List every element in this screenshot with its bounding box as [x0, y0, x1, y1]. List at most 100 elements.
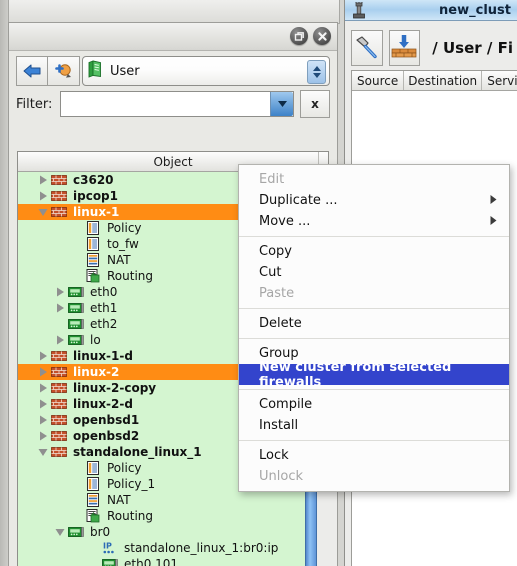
tree-row-label: Policy_1	[107, 477, 156, 491]
tree-row-label: lo	[90, 333, 101, 347]
tree-twisty-collapsed-icon[interactable]	[36, 428, 50, 444]
background-window-titlebar	[8, 0, 340, 24]
interface-icon	[67, 332, 85, 348]
tree-twisty-collapsed-icon[interactable]	[36, 364, 50, 380]
tree-row-label: eth2	[90, 317, 118, 331]
tree-twisty-expanded-icon[interactable]	[53, 524, 67, 540]
tree-row[interactable]: IP standalone_linux_1:br0:ip	[18, 540, 313, 556]
svg-text:IP: IP	[103, 542, 112, 551]
tree-twisty-collapsed-icon[interactable]	[53, 300, 67, 316]
tree-row-label: eth0.101	[124, 557, 179, 566]
routing-icon	[84, 508, 102, 524]
context-menu-item-label: Move ...	[259, 214, 311, 229]
context-menu-item[interactable]: Lock	[239, 445, 509, 466]
tree-row-label: linux-1-d	[73, 349, 133, 363]
tree-row-label: c3620	[73, 173, 114, 187]
firewall-icon	[50, 428, 68, 444]
tree-row[interactable]: NAT	[18, 492, 313, 508]
context-menu-separator	[239, 440, 509, 441]
context-menu: Edit Duplicate ... Move ... Copy Cut Paste Del…	[238, 164, 510, 492]
tree-row[interactable]: eth0.101	[18, 556, 313, 566]
tree-twisty-expanded-icon[interactable]	[36, 444, 50, 460]
navigation-bar: User	[9, 51, 337, 90]
combo-spinner-arrows[interactable]	[307, 60, 326, 84]
context-menu-item[interactable]: Compile	[239, 394, 509, 415]
ruleset-toolbar: / User / Fi	[345, 21, 517, 70]
tree-row[interactable]: br0	[18, 524, 313, 540]
firewall-icon	[50, 364, 68, 380]
tree-row-label: eth0	[90, 285, 118, 299]
context-menu-item-label: Cut	[259, 265, 282, 280]
policy-icon	[84, 236, 102, 252]
context-menu-item-label: Unlock	[259, 469, 303, 484]
context-menu-separator	[239, 236, 509, 237]
tree-twisty-collapsed-icon[interactable]	[36, 188, 50, 204]
restore-window-icon[interactable]	[290, 27, 308, 45]
tree-row-label: linux-2	[73, 365, 120, 379]
rules-table-column-header[interactable]: Source	[352, 71, 405, 90]
library-combo[interactable]: User	[82, 56, 330, 86]
tree-twisty-collapsed-icon[interactable]	[36, 396, 50, 412]
context-menu-item: Paste	[239, 283, 509, 304]
tree-horizontal-scrollbar-track[interactable]	[317, 490, 338, 566]
tree-row-label: eth1	[90, 301, 118, 315]
library-combo-label: User	[110, 63, 140, 79]
ruleset-titlebar: new_clust	[345, 0, 517, 21]
install-firewall-icon[interactable]	[388, 29, 421, 66]
new-object-icon[interactable]	[48, 56, 80, 86]
routing-icon	[84, 268, 102, 284]
context-menu-item: Edit	[239, 169, 509, 190]
tree-row-label: openbsd1	[73, 413, 140, 427]
tree-row-label: standalone_linux_1:br0:ip	[124, 541, 279, 555]
context-menu-item-label: Install	[259, 418, 299, 433]
context-menu-item-label: Lock	[259, 448, 289, 463]
context-menu-item[interactable]: Duplicate ...	[239, 190, 509, 211]
tree-twisty-collapsed-icon[interactable]	[53, 284, 67, 300]
context-menu-item[interactable]: Copy	[239, 241, 509, 262]
tree-horizontal-scrollbar-thumb[interactable]	[305, 490, 317, 566]
breadcrumb: / User / Fi	[432, 38, 513, 57]
tree-twisty-collapsed-icon[interactable]	[36, 348, 50, 364]
firewall-icon	[50, 412, 68, 428]
tree-row-label: Routing	[107, 509, 154, 523]
interface-icon	[67, 316, 85, 332]
context-menu-item-label: Delete	[259, 316, 302, 331]
tree-twisty-expanded-icon[interactable]	[36, 204, 50, 220]
firewall-icon	[50, 172, 68, 188]
firewall-icon	[50, 380, 68, 396]
context-menu-item[interactable]: Install	[239, 415, 509, 436]
rules-table-column-header[interactable]: Service	[482, 71, 517, 90]
tree-twisty-collapsed-icon[interactable]	[36, 412, 50, 428]
tree-row-label: Policy	[107, 461, 142, 475]
tree-row-label: linux-1	[73, 205, 120, 219]
context-menu-item-label: Copy	[259, 244, 292, 259]
context-menu-item[interactable]: New cluster from selected firewalls	[239, 360, 509, 390]
tree-row-label: linux-2-copy	[73, 381, 157, 395]
firewall-icon	[50, 204, 68, 220]
firewall-icon	[50, 444, 68, 460]
context-menu-item[interactable]: Cut	[239, 262, 509, 283]
context-menu-separator	[239, 308, 509, 309]
tree-row-label: standalone_linux_1	[73, 445, 202, 459]
filter-input[interactable]	[61, 92, 270, 116]
panel-titlebar	[9, 23, 337, 51]
tree-row-label: ipcop1	[73, 189, 118, 203]
filter-clear-button[interactable]: x	[300, 90, 330, 118]
chevron-down-icon[interactable]	[270, 92, 293, 116]
tree-twisty-collapsed-icon[interactable]	[36, 172, 50, 188]
tree-row[interactable]: Routing	[18, 508, 313, 524]
rules-table-column-header[interactable]: Destination	[404, 71, 483, 90]
back-arrow-icon[interactable]	[16, 56, 48, 86]
tree-twisty-collapsed-icon[interactable]	[53, 332, 67, 348]
policy-icon	[84, 220, 102, 236]
tree-twisty-collapsed-icon[interactable]	[36, 380, 50, 396]
context-menu-item[interactable]: Delete	[239, 313, 509, 334]
context-menu-separator	[239, 338, 509, 339]
tree-row-label: Routing	[107, 269, 154, 283]
context-menu-item[interactable]: Move ...	[239, 211, 509, 232]
close-window-icon[interactable]	[313, 27, 331, 45]
context-menu-item-label: New cluster from selected firewalls	[259, 359, 452, 390]
context-menu-item-label: Duplicate ...	[259, 193, 338, 208]
hammer-icon[interactable]	[351, 29, 383, 66]
tree-row-label: openbsd2	[73, 429, 140, 443]
